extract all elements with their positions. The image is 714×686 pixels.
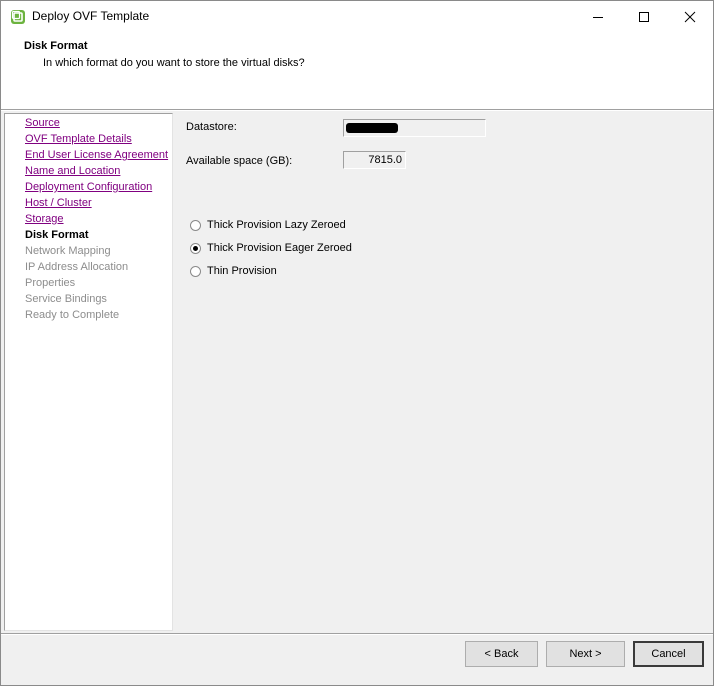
radio-thick-eager-zeroed[interactable]: Thick Provision Eager Zeroed	[190, 240, 352, 256]
radio-button[interactable]	[190, 219, 201, 231]
minimize-icon	[593, 16, 603, 18]
window-title: Deploy OVF Template	[32, 9, 150, 23]
close-icon	[684, 11, 696, 22]
close-button[interactable]	[667, 1, 713, 32]
minimize-button[interactable]	[575, 1, 621, 32]
radio-label: Thick Provision Lazy Zeroed	[207, 219, 346, 231]
page-subtitle: In which format do you want to store the…	[43, 57, 305, 69]
sidebar-step-storage[interactable]: Storage	[25, 213, 64, 225]
maximize-icon	[639, 11, 649, 22]
datastore-label: Datastore:	[186, 121, 237, 133]
redacted-datastore-name	[346, 123, 398, 133]
sidebar-step-deployment-configuration[interactable]: Deployment Configuration	[25, 181, 152, 193]
disk-format-panel: Datastore: Available space (GB): 7815.0 …	[173, 113, 713, 633]
header-divider-highlight	[1, 110, 713, 111]
radio-label: Thin Provision	[207, 265, 277, 277]
datastore-field	[343, 119, 486, 137]
page-title: Disk Format	[24, 40, 88, 52]
sidebar-step-ovf-template-details[interactable]: OVF Template Details	[25, 133, 132, 145]
cancel-button[interactable]: Cancel	[633, 641, 704, 667]
wizard-steps-panel: Source OVF Template Details End User Licen…	[4, 113, 173, 631]
sidebar-step-ip-address-allocation: IP Address Allocation	[25, 261, 129, 273]
sidebar-step-ready-to-complete: Ready to Complete	[25, 309, 120, 321]
footer-divider-highlight	[1, 634, 713, 635]
available-space-value: 7815.0	[343, 151, 406, 169]
radio-thin-provision[interactable]: Thin Provision	[190, 263, 277, 279]
deploy-ovf-dialog: Deploy OVF Template Disk Format In which…	[0, 0, 714, 686]
sidebar-step-service-bindings: Service Bindings	[25, 293, 107, 305]
back-button[interactable]: < Back	[465, 641, 538, 667]
radio-button[interactable]	[190, 242, 201, 254]
title-bar: Deploy OVF Template	[1, 1, 713, 32]
page-header: Disk Format In which format do you want …	[1, 32, 713, 110]
sidebar-step-host-cluster[interactable]: Host / Cluster	[25, 197, 92, 209]
sidebar-step-name-and-location[interactable]: Name and Location	[25, 165, 120, 177]
sidebar-step-network-mapping: Network Mapping	[25, 245, 111, 257]
sidebar-step-end-user-license-agreement[interactable]: End User License Agreement	[25, 149, 168, 161]
sidebar-step-properties: Properties	[25, 277, 76, 289]
radio-button[interactable]	[190, 265, 201, 277]
sidebar-step-source[interactable]: Source	[25, 117, 60, 129]
available-space-label: Available space (GB):	[186, 155, 293, 167]
maximize-button[interactable]	[621, 1, 667, 32]
sidebar-step-disk-format: Disk Format	[25, 229, 89, 241]
radio-thick-lazy-zeroed[interactable]: Thick Provision Lazy Zeroed	[190, 217, 346, 233]
radio-label: Thick Provision Eager Zeroed	[207, 242, 352, 254]
vmware-icon	[10, 9, 26, 25]
next-button[interactable]: Next >	[546, 641, 625, 667]
